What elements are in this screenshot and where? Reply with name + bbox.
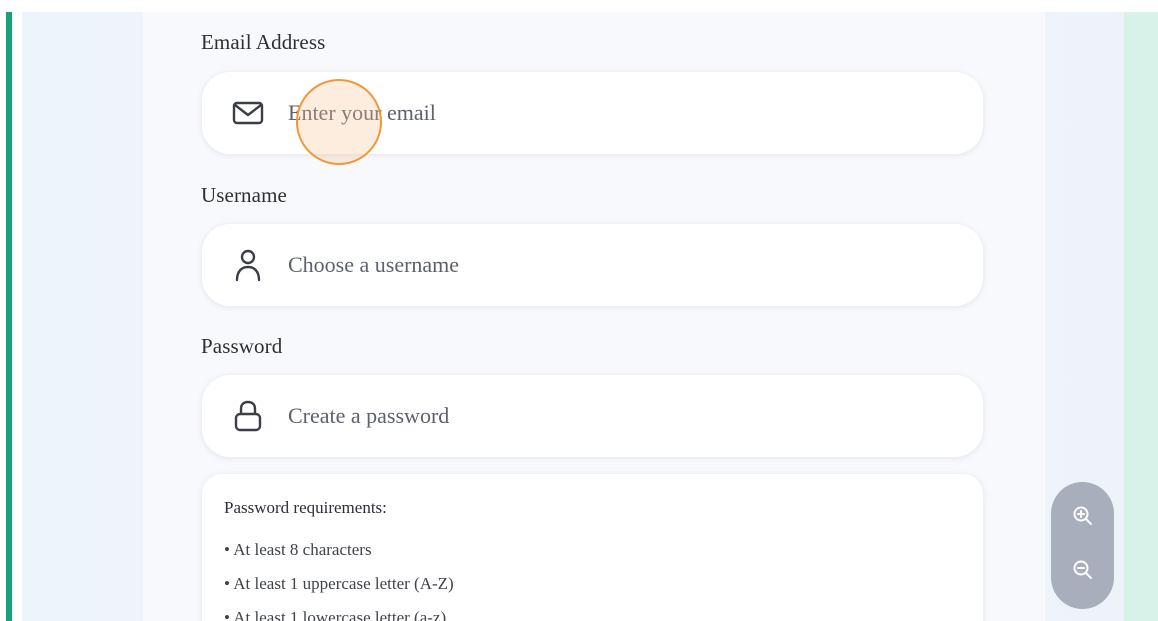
click-indicator <box>296 79 382 165</box>
requirement-item: • At least 1 uppercase letter (A-Z) <box>224 574 454 593</box>
requirement-item: • At least 8 characters <box>224 540 372 559</box>
zoom-controls <box>1051 482 1114 609</box>
left-accent-bar <box>6 12 12 621</box>
lock-icon <box>230 398 266 434</box>
zoom-in-button[interactable] <box>1067 502 1099 534</box>
username-label: Username <box>201 183 287 207</box>
requirements-title: Password requirements: <box>224 498 387 517</box>
zoom-out-button[interactable] <box>1067 556 1099 588</box>
screen: Email Address Enter your email Username … <box>0 0 1158 621</box>
password-placeholder: Create a password <box>288 403 450 428</box>
username-placeholder: Choose a username <box>288 252 460 277</box>
right-edge-strip <box>1124 12 1158 621</box>
username-field[interactable]: Choose a username <box>202 224 983 306</box>
password-field[interactable]: Create a password <box>202 375 983 457</box>
password-label: Password <box>201 334 283 358</box>
password-requirements-box: Password requirements: • At least 8 char… <box>202 474 983 621</box>
user-icon <box>230 247 266 283</box>
zoom-in-icon <box>1071 504 1095 533</box>
requirement-item: • At least 1 lowercase letter (a-z) <box>224 608 447 621</box>
zoom-out-icon <box>1071 558 1095 587</box>
mail-icon <box>230 95 266 131</box>
email-label: Email Address <box>201 30 326 54</box>
